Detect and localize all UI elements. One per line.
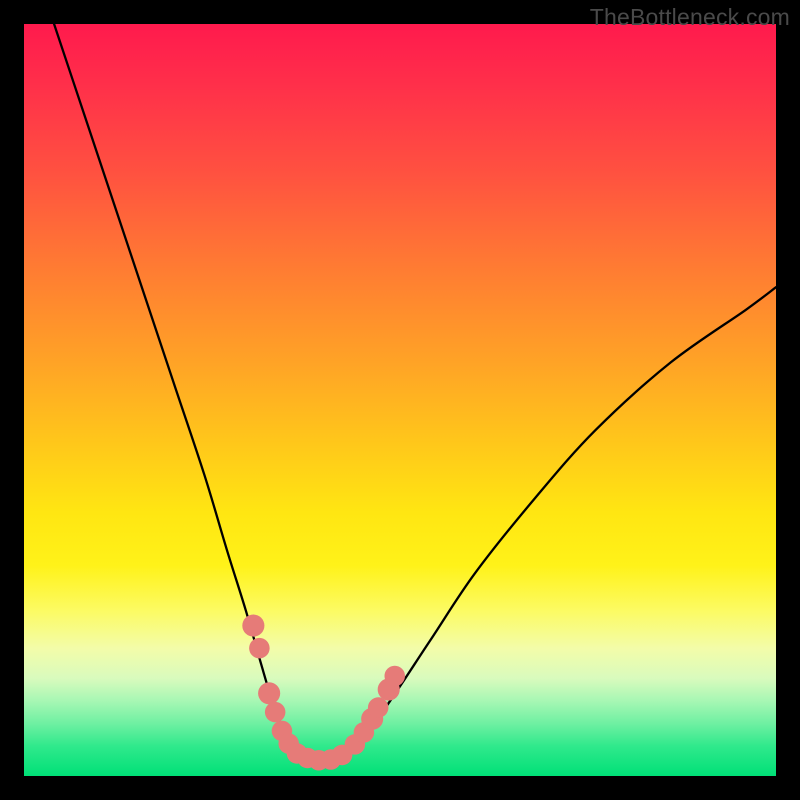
marker-right-mid2 — [368, 697, 389, 718]
marker-left-upper2 — [249, 638, 270, 659]
curve-layer — [24, 24, 776, 776]
bottleneck-curve — [54, 24, 776, 762]
marker-left-upper — [242, 615, 264, 637]
marker-left-mid — [258, 682, 280, 704]
chart-frame: TheBottleneck.com — [0, 0, 800, 800]
watermark-text: TheBottleneck.com — [590, 4, 790, 31]
marker-left-mid2 — [265, 702, 286, 723]
plot-area — [24, 24, 776, 776]
marker-right-upper2 — [384, 666, 405, 687]
